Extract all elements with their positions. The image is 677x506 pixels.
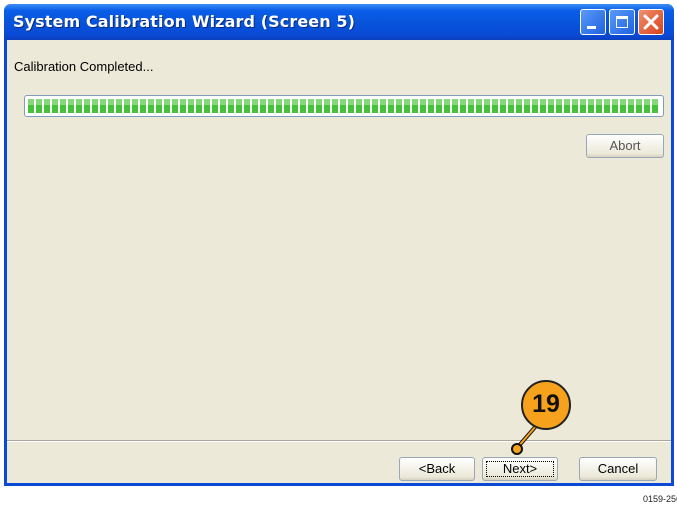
status-text: Calibration Completed... bbox=[14, 59, 154, 74]
step-callout: 19 bbox=[521, 380, 571, 430]
title-bar[interactable]: System Calibration Wizard (Screen 5) bbox=[4, 4, 674, 40]
back-button[interactable]: <Back bbox=[399, 457, 475, 481]
maximize-button[interactable] bbox=[609, 9, 635, 35]
cancel-button[interactable]: Cancel bbox=[579, 457, 657, 481]
abort-button-label: Abort bbox=[609, 138, 641, 153]
cancel-button-label: Cancel bbox=[597, 461, 639, 476]
window-title: System Calibration Wizard (Screen 5) bbox=[13, 12, 356, 31]
figure-id: 0159-256 bbox=[643, 494, 677, 504]
focus-rectangle bbox=[486, 461, 554, 477]
next-button[interactable]: Next> bbox=[482, 457, 558, 481]
back-button-label: <Back bbox=[418, 461, 456, 476]
calibration-progress-bar bbox=[24, 95, 664, 117]
close-button[interactable] bbox=[638, 9, 664, 35]
minimize-icon bbox=[587, 26, 596, 29]
footer-divider bbox=[7, 440, 671, 442]
minimize-button[interactable] bbox=[580, 9, 606, 35]
wizard-body: Calibration Completed... Abort <Back Nex… bbox=[7, 40, 671, 483]
close-icon bbox=[643, 14, 659, 30]
abort-button[interactable]: Abort bbox=[586, 134, 664, 158]
progress-fill bbox=[28, 99, 660, 113]
maximize-icon bbox=[616, 16, 628, 28]
wizard-window: System Calibration Wizard (Screen 5) Cal… bbox=[4, 4, 674, 486]
